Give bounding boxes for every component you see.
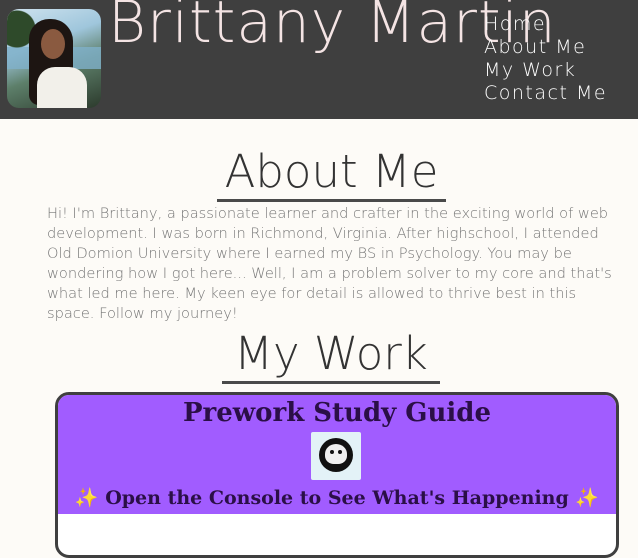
nav-about-link[interactable]: About Me xyxy=(484,36,607,59)
project-card-subtitle-text: Open the Console to See What's Happening xyxy=(105,487,569,509)
about-paragraph: Hi! I'm Brittany, a passionate learner a… xyxy=(47,205,612,322)
project-card-title: Prework Study Guide xyxy=(182,398,491,428)
work-section-title: My Work xyxy=(222,329,440,384)
github-cat-icon xyxy=(311,432,361,480)
nav-contact-link[interactable]: Contact Me xyxy=(484,82,607,105)
project-card-subtitle: ✨ Open the Console to See What's Happeni… xyxy=(58,485,616,511)
nav-home-link[interactable]: Home xyxy=(484,13,607,36)
profile-avatar xyxy=(7,9,101,108)
sparkle-icon: ✨ xyxy=(74,487,99,509)
sparkle-icon: ✨ xyxy=(575,487,600,509)
site-header: Brittany Martin Home About Me My Work Co… xyxy=(0,0,638,119)
project-card[interactable]: Prework Study Guide ✨ Open the Console t… xyxy=(55,392,619,558)
about-section-title: About Me xyxy=(217,147,446,202)
nav-work-link[interactable]: My Work xyxy=(484,59,607,82)
main-nav: Home About Me My Work Contact Me xyxy=(484,13,607,105)
